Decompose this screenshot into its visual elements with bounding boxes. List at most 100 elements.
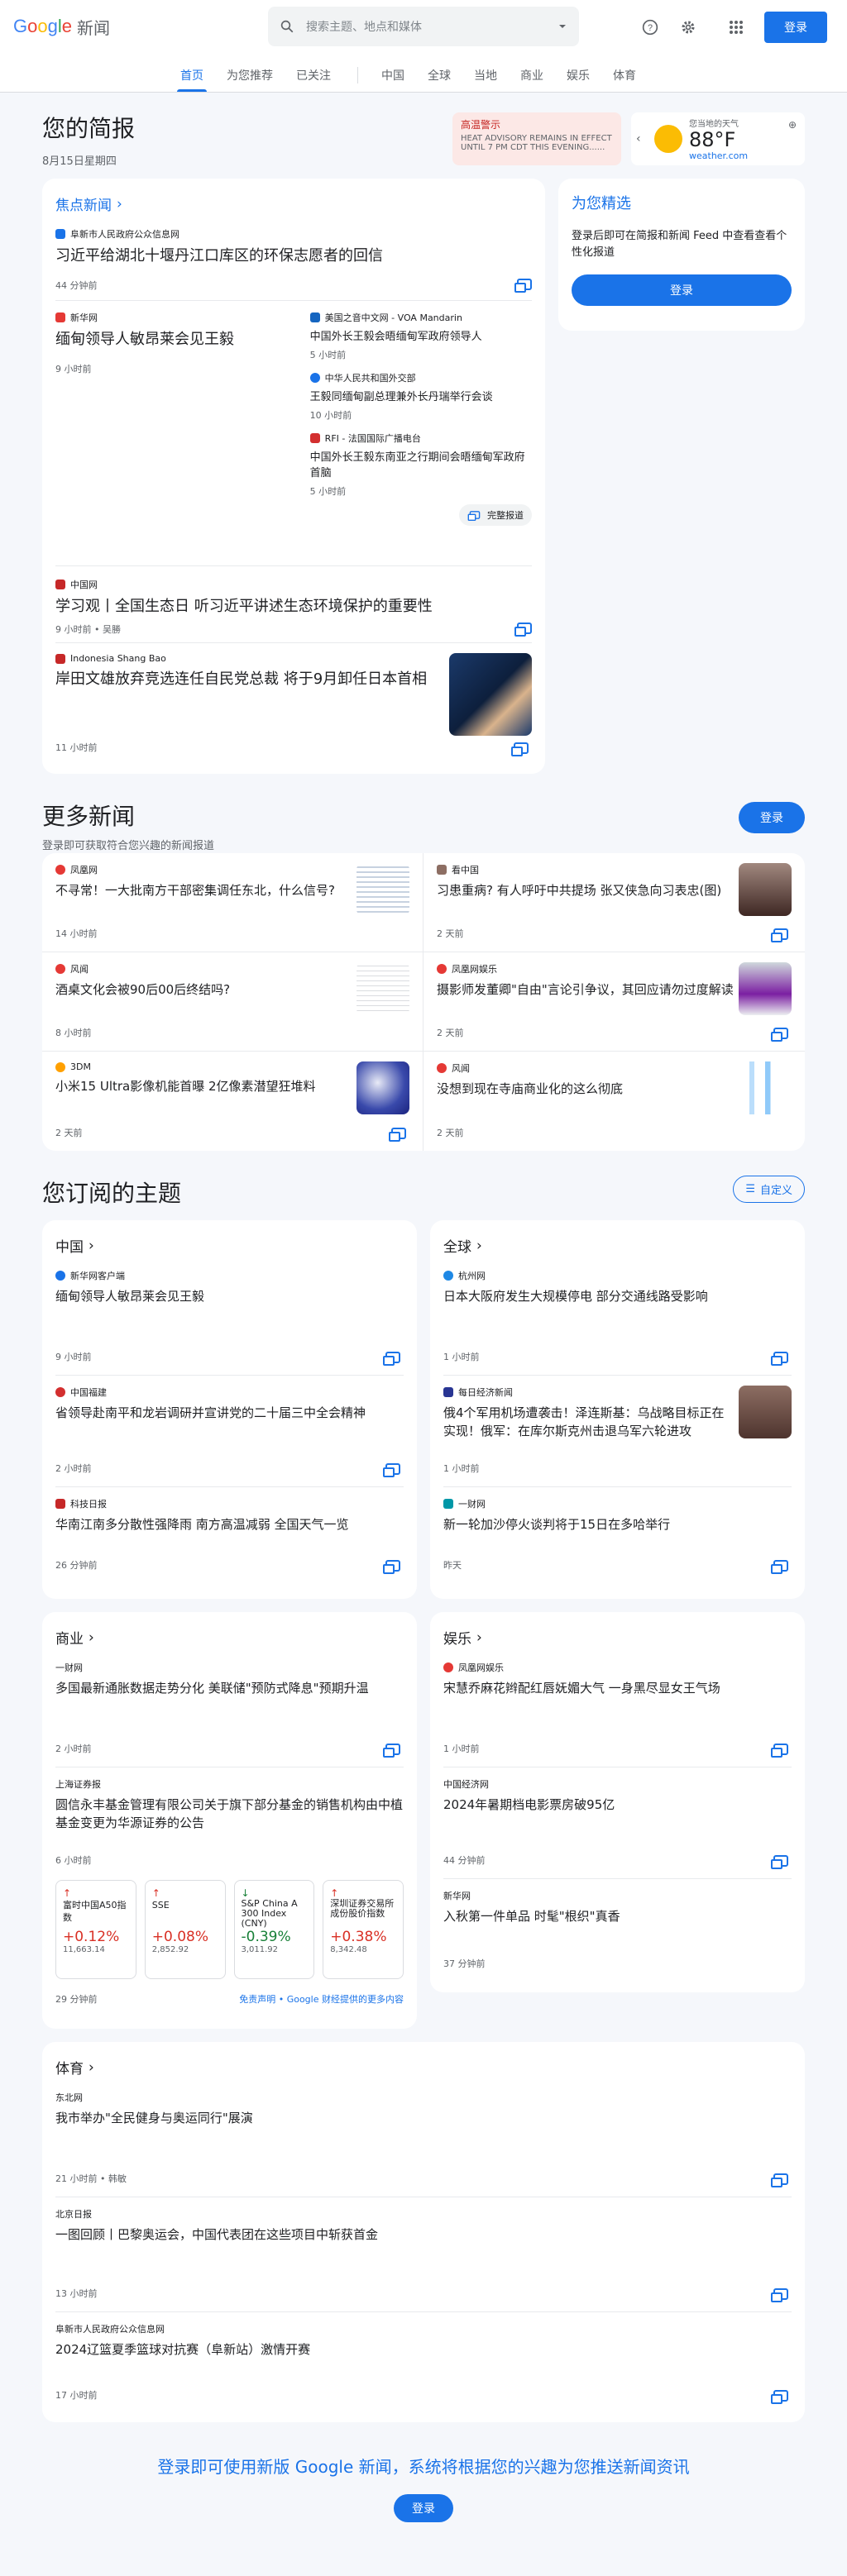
topic-story[interactable]: 中国经济网 2024年暑期档电影票房破95亿 44 分钟前: [443, 1767, 792, 1878]
full-coverage-icon[interactable]: [771, 2390, 788, 2404]
expand-icon[interactable]: ⊕: [788, 119, 797, 131]
customize-button[interactable]: ☰ 自定义: [733, 1176, 805, 1203]
full-coverage-icon[interactable]: [771, 1352, 788, 1366]
story-headline[interactable]: 缅甸领导人敏昂莱会见王毅: [55, 329, 297, 351]
story-1[interactable]: 阜新市人民政府公众信息网 习近平给湖北十堰丹江口库区的环保志愿者的回信 44 分…: [55, 221, 532, 293]
top-stories-heading[interactable]: 焦点新闻 ›: [55, 179, 532, 221]
tab-china[interactable]: 中国: [381, 67, 404, 92]
tab-business[interactable]: 商业: [520, 67, 543, 92]
more-news-item[interactable]: 看中国 习患重病? 有人呼吁中共提场 张又侠急向习表忠(图) 2 天前: [424, 853, 805, 952]
full-coverage-icon[interactable]: [511, 742, 529, 756]
more-news-item[interactable]: 3DM 小米15 Ultra影像机能首曝 2亿像素潜望狂堆料 2 天前: [42, 1052, 424, 1151]
story-thumbnail[interactable]: [739, 1386, 792, 1438]
story-3[interactable]: 中国网 学习观丨全国生态日 听习近平讲述生态环境保护的重要性 9 小时前 • 吴…: [55, 566, 532, 642]
tab-local[interactable]: 当地: [474, 67, 497, 92]
full-coverage-icon[interactable]: [771, 1560, 788, 1574]
full-coverage-icon[interactable]: [771, 1028, 788, 1042]
full-coverage-icon[interactable]: [514, 623, 532, 637]
story-thumbnail[interactable]: [739, 863, 792, 916]
weather-card[interactable]: ‹ 您当地的天气 88°F weather.com ⊕: [631, 112, 805, 165]
stock-card[interactable]: ↑ 深圳证券交易所成份股价指数 +0.38% 8,342.48: [323, 1880, 404, 1979]
story-thumbnail[interactable]: [357, 962, 409, 1015]
tab-following[interactable]: 已关注: [296, 67, 331, 92]
full-coverage-icon[interactable]: [514, 279, 532, 293]
story-thumbnail[interactable]: [357, 863, 409, 916]
topic-story[interactable]: 一财网 多国最新通胀数据走势分化 美联储"预防式降息"预期升温 2 小时前: [55, 1654, 404, 1767]
topic-story[interactable]: 一财网 新一轮加沙停火谈判将于15日在多哈举行 昨天: [443, 1487, 792, 1586]
tab-world[interactable]: 全球: [428, 67, 451, 92]
finance-disclaimer-link[interactable]: 免责声明 • Google 财经提供的更多内容: [239, 1992, 404, 2006]
full-coverage-icon[interactable]: [389, 1128, 406, 1142]
topic-story[interactable]: 新华网 入秋第一件单品 时髦"根织"真香 37 分钟前: [443, 1879, 792, 1985]
topic-story[interactable]: 每日经济新闻 俄4个军用机场遭袭击！泽连斯基：乌战略目标正在实现！俄军：在库尔斯…: [443, 1376, 792, 1486]
full-coverage-icon[interactable]: [771, 1855, 788, 1869]
sign-in-button[interactable]: 登录: [764, 12, 827, 43]
more-news-item[interactable]: 风闻 酒桌文化会被90后00后终结吗? 8 小时前: [42, 952, 424, 1052]
topic-story[interactable]: 上海证券报 圆信永丰基金管理有限公司关于旗下部分基金的销售机构由中植基金变更为华…: [55, 1767, 404, 1877]
story-headline[interactable]: 学习观丨全国生态日 听习近平讲述生态环境保护的重要性: [55, 596, 532, 618]
full-coverage-icon[interactable]: [383, 1560, 400, 1574]
topic-world-heading[interactable]: 全球 ›: [443, 1220, 792, 1262]
story-headline[interactable]: 习近平给湖北十堰丹江口库区的环保志愿者的回信: [55, 246, 532, 267]
full-coverage-button[interactable]: 完整报道: [459, 504, 532, 526]
related-story[interactable]: 美国之音中文网 - VOA Mandarin 中国外长王毅会晤缅甸军政府领导人 …: [309, 311, 532, 361]
topic-business-heading[interactable]: 商业 ›: [55, 1612, 404, 1654]
tab-home[interactable]: 首页: [177, 67, 207, 92]
more-news-item[interactable]: 风闻 没想到现在寺庙商业化的这么彻底 2 天前: [424, 1052, 805, 1151]
story-thumbnail[interactable]: [357, 1061, 409, 1114]
story-thumbnail[interactable]: [739, 1061, 792, 1114]
top-bar: Google 新闻 搜索主题、地点和媒体 ? 登录: [0, 0, 847, 53]
full-coverage-icon[interactable]: [383, 1463, 400, 1477]
related-story[interactable]: RFI - 法国国际广播电台 中国外长王毅东南亚之行期间会晤缅甸军政府首脑 5 …: [309, 432, 532, 498]
topic-story[interactable]: 凤凰网娱乐 宋慧乔麻花辫配红唇妩媚大气 一身黑尽显女王气场 1 小时前: [443, 1654, 792, 1767]
gear-icon[interactable]: [678, 17, 698, 37]
topic-story[interactable]: 阜新市人民政府公众信息网 2024辽篮夏季篮球对抗赛（阜新站）激情开赛 17 小…: [55, 2312, 792, 2416]
topic-story[interactable]: 杭州网 日本大阪府发生大规模停电 部分交通线路受影响 1 小时前: [443, 1262, 792, 1375]
source-logo-icon: [55, 964, 65, 974]
topic-entertainment-heading[interactable]: 娱乐 ›: [443, 1612, 792, 1654]
topic-china-heading[interactable]: 中国 ›: [55, 1220, 404, 1262]
story-2[interactable]: 新华网 缅甸领导人敏昂莱会见王毅 9 小时前: [55, 311, 297, 565]
full-coverage-icon[interactable]: [383, 1744, 400, 1758]
topic-story[interactable]: 新华网客户端 缅甸领导人敏昂莱会见王毅 9 小时前: [55, 1262, 404, 1375]
search-icon[interactable]: [280, 19, 294, 34]
apps-grid-icon[interactable]: [726, 17, 746, 37]
stock-card[interactable]: ↑ SSE +0.08% 2,852.92: [144, 1880, 226, 1979]
topic-story[interactable]: 北京日报 一图回顾丨巴黎奥运会，中国代表团在这些项目中斩获首金 13 小时前: [55, 2197, 792, 2311]
full-coverage-icon[interactable]: [771, 2288, 788, 2302]
topic-sports-heading[interactable]: 体育 ›: [55, 2042, 792, 2084]
story-thumbnail[interactable]: [449, 653, 532, 736]
weather-source-link[interactable]: weather.com: [689, 150, 748, 161]
more-news-signin-button[interactable]: 登录: [739, 802, 805, 833]
heat-alert-card[interactable]: 高温警示 HEAT ADVISORY REMAINS IN EFFECT UNT…: [452, 112, 621, 165]
help-icon[interactable]: ?: [640, 17, 660, 37]
footer-signin-button[interactable]: 登录: [394, 2494, 453, 2522]
search-input[interactable]: 搜索主题、地点和媒体: [306, 18, 557, 35]
more-news-item[interactable]: 凤凰网娱乐 摄影师发董卿"自由"言论引争议，其回应请勿过度解读 2 天前: [424, 952, 805, 1052]
related-story[interactable]: 中华人民共和国外交部 王毅同缅甸副总理兼外长丹瑞举行会谈 10 小时前: [309, 371, 532, 422]
story-thumbnail[interactable]: [739, 962, 792, 1015]
tab-sports[interactable]: 体育: [613, 67, 636, 92]
dropdown-icon[interactable]: [557, 21, 567, 31]
google-news-logo[interactable]: Google 新闻: [13, 15, 110, 39]
tab-for-you[interactable]: 为您推荐: [227, 67, 273, 92]
topic-story[interactable]: 中国福建 省领导赴南平和龙岩调研并宣讲党的二十届三中全会精神 2 小时前: [55, 1376, 404, 1486]
chevron-left-icon[interactable]: ‹: [636, 132, 648, 145]
stock-card[interactable]: ↓ S&P China A 300 Index (CNY) -0.39% 3,0…: [233, 1880, 315, 1979]
more-news-item[interactable]: 凤凰网 不寻常！一大批南方干部密集调任东北，什么信号? 14 小时前: [42, 853, 424, 952]
full-coverage-icon[interactable]: [771, 928, 788, 942]
stock-card[interactable]: ↑ 富时中国A50指数 +0.12% 11,663.14: [55, 1880, 136, 1979]
story-headline[interactable]: 岸田文雄放弃竞选连任自民党总裁 将于9月卸任日本首相: [55, 669, 436, 690]
full-coverage-icon[interactable]: [383, 1352, 400, 1366]
story-4[interactable]: Indonesia Shang Bao 岸田文雄放弃竞选连任自民党总裁 将于9月…: [55, 643, 532, 767]
source-logo-icon: [55, 1499, 65, 1509]
footer-cta-text: 登录即可使用新版 Google 新闻，系统将根据您的兴趣为您推送新闻资讯: [157, 2457, 690, 2477]
full-coverage-icon[interactable]: [771, 1744, 788, 1758]
tab-entertainment[interactable]: 娱乐: [567, 67, 590, 92]
picks-title: 为您精选: [572, 195, 631, 212]
search-box[interactable]: 搜索主题、地点和媒体: [268, 7, 579, 46]
picks-signin-button[interactable]: 登录: [572, 274, 792, 306]
full-coverage-icon[interactable]: [771, 2173, 788, 2187]
topic-story[interactable]: 科技日报 华南江南多分散性强降雨 南方高温减弱 全国天气一览 26 分钟前: [55, 1487, 404, 1586]
topic-story[interactable]: 东北网 我市举办"全民健身与奥运同行"展演 21 小时前 • 韩敏: [55, 2084, 792, 2197]
